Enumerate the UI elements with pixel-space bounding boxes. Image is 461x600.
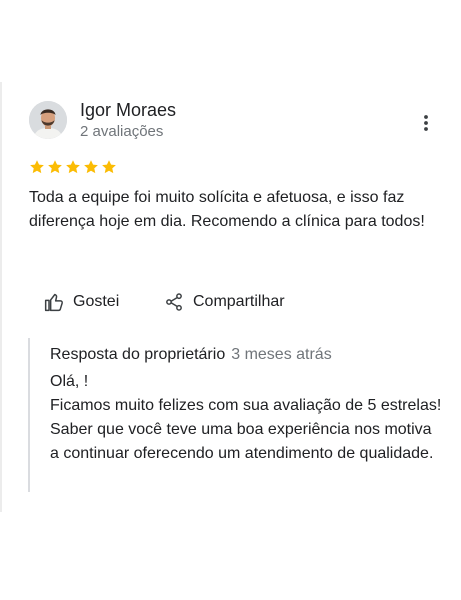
- owner-reply: Resposta do proprietário 3 meses atrás Ol…: [28, 338, 442, 492]
- reply-timestamp: 3 meses atrás: [231, 346, 332, 363]
- star-icon: [66, 160, 80, 174]
- star-rating: [29, 159, 117, 175]
- like-button[interactable]: Gostei: [44, 290, 119, 314]
- more-options-button[interactable]: [416, 111, 436, 135]
- more-vert-icon: [424, 115, 428, 131]
- author-review-count: 2 avaliações: [80, 123, 164, 140]
- star-icon: [30, 160, 44, 174]
- reply-owner-label: Resposta do proprietário: [50, 346, 226, 363]
- share-label: Compartilhar: [193, 293, 285, 310]
- reply-text: Olá, ! Ficamos muito felizes com sua ava…: [50, 373, 442, 462]
- thumb-up-icon: [44, 293, 63, 312]
- avatar[interactable]: [29, 101, 67, 139]
- review-card: Igor Moraes 2 avaliações Toda a equipe f…: [0, 0, 461, 600]
- star-icon: [102, 160, 116, 174]
- like-label: Gostei: [73, 293, 120, 310]
- share-icon: [166, 293, 182, 311]
- author-name[interactable]: Igor Moraes: [80, 100, 176, 121]
- card-edge: [0, 82, 2, 512]
- star-icon: [48, 160, 62, 174]
- star-icon: [84, 160, 98, 174]
- reply-header: Resposta do proprietário 3 meses atrás: [50, 346, 332, 364]
- share-button[interactable]: Compartilhar: [164, 290, 285, 314]
- review-text: Toda a equipe foi muito solícita e afetu…: [29, 189, 425, 230]
